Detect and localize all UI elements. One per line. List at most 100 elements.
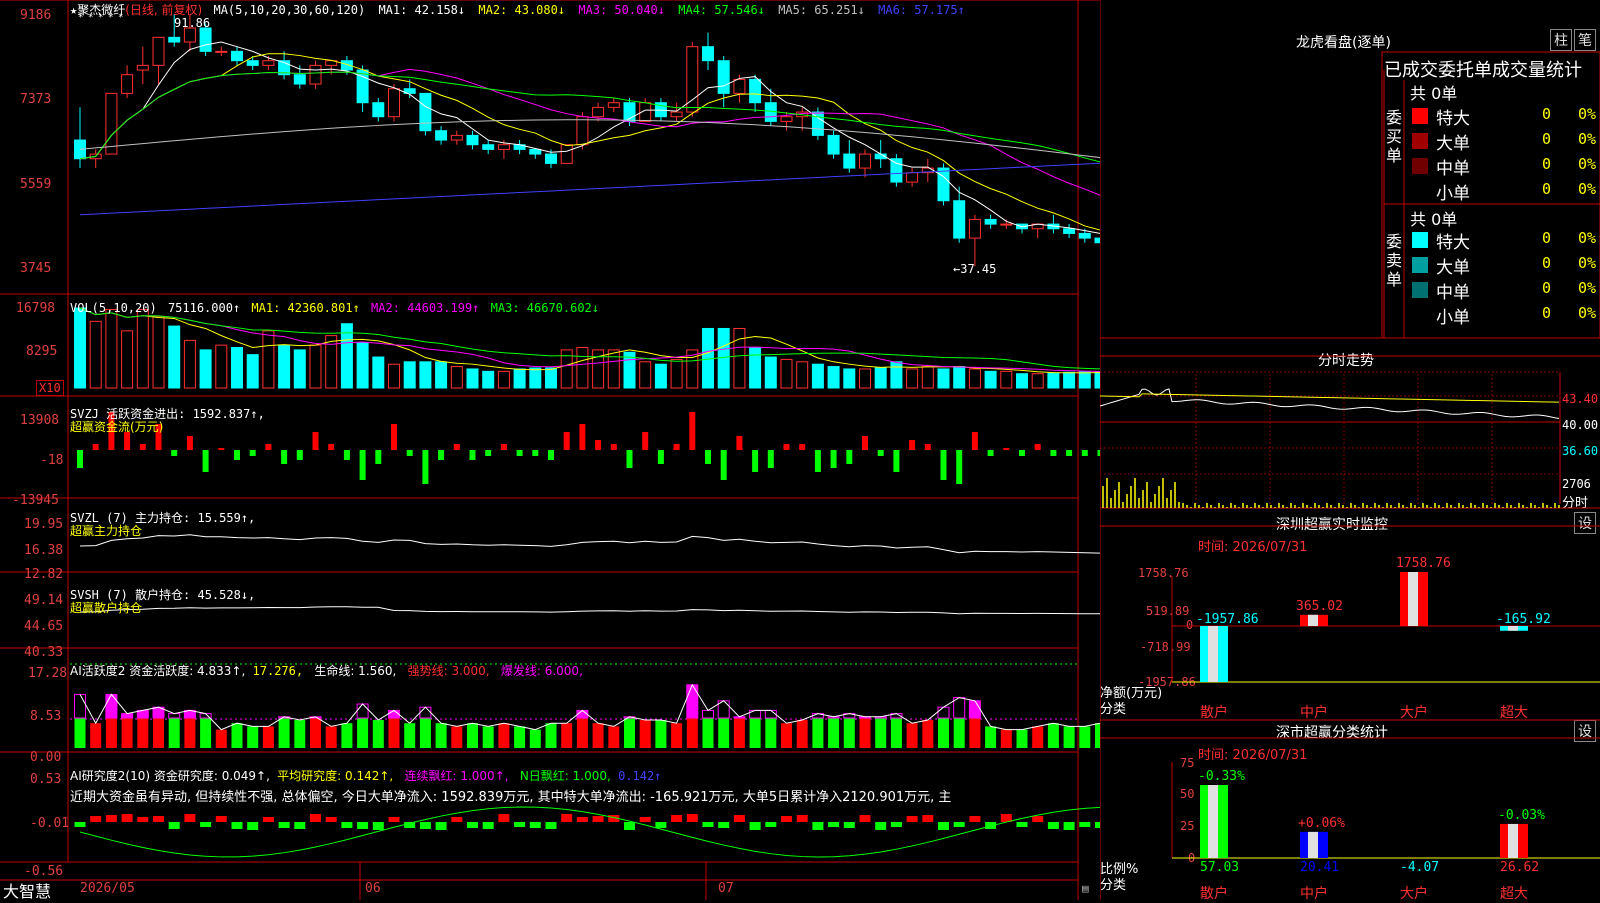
volume-bar (796, 361, 809, 389)
research-bar (168, 822, 180, 829)
volume-bar (121, 330, 134, 389)
ai-active-axis-2: 8.53 (30, 709, 62, 724)
sz-monitor-category: 超大 (1500, 705, 1528, 721)
intraday-vol-bar (1378, 505, 1380, 508)
activity-bar (733, 718, 745, 748)
activity-bar-top (121, 713, 134, 719)
intraday-vol-bar (1110, 498, 1112, 508)
intraday-vol-bar (1362, 503, 1364, 508)
period-label[interactable]: (日线, 前复权) (125, 3, 202, 17)
intraday-vol-bar (1274, 507, 1276, 508)
svzj-subtitle: 超赢资金流(万元) (70, 420, 164, 434)
sz-class-change-label: -0.03% (1498, 807, 1545, 823)
svzj-bar (924, 444, 931, 450)
volume-bar (890, 361, 903, 389)
research-bar (153, 816, 164, 822)
activity-bar (686, 718, 698, 748)
volume-bar (199, 349, 212, 389)
candle-body (717, 60, 730, 94)
activity-bar (749, 718, 761, 748)
activity-bar-top (686, 684, 699, 719)
activity-bar (875, 718, 887, 748)
activity-bar (105, 718, 117, 748)
svzj-bar (720, 450, 727, 480)
activity-bar (545, 723, 557, 748)
volume-bar (1078, 371, 1091, 389)
sz-monitor-category: 散户 (1200, 705, 1228, 721)
svzj-bar (877, 450, 884, 456)
volume-bar (309, 344, 322, 389)
intraday-vol-bar (1186, 505, 1188, 508)
intraday-vol-bar (1242, 503, 1244, 508)
svzj-bar (453, 444, 460, 450)
intraday-vol-bar (1482, 503, 1484, 508)
activity-bar-top (168, 713, 181, 719)
research-bar (498, 814, 510, 822)
research-bar (90, 816, 102, 822)
activity-bar (592, 723, 604, 748)
candle-body (749, 78, 762, 104)
candle-body (105, 92, 118, 155)
activity-bar (765, 718, 777, 748)
sz-class-bar-highlight (1308, 831, 1318, 858)
volume-bar (859, 368, 871, 389)
svzl-axis-1: 19.95 (24, 517, 64, 532)
research-bar (906, 816, 918, 822)
activity-bar (341, 723, 353, 748)
svzl-axis-2: 16.38 (24, 543, 64, 558)
intraday-vol-bar (1398, 503, 1400, 508)
activity-bar (529, 729, 541, 748)
svzj-bar (1034, 444, 1041, 450)
candle-body (388, 88, 400, 118)
research-line (79, 806, 1100, 858)
intraday-vol-bar (1414, 505, 1416, 508)
dragon-table-frame (1381, 51, 1600, 339)
intraday-vol-bar (1498, 505, 1500, 508)
intraday-vol-bar (1374, 503, 1376, 508)
sz-monitor-bar-label: -165.92 (1496, 612, 1551, 627)
svzj-bar (92, 444, 99, 450)
activity-bar (781, 723, 792, 748)
research-bar (325, 817, 337, 822)
svzj-bar (391, 424, 397, 450)
intraday-vol-bar (1530, 503, 1532, 508)
activity-bar (938, 718, 949, 748)
intraday-vol-bar (1354, 505, 1356, 508)
intraday-vol-bar (1190, 507, 1192, 508)
date-label-1: 2026/05 (80, 881, 135, 896)
activity-bar (1047, 723, 1059, 748)
intraday-vol-bar (1434, 503, 1436, 508)
research-bar (765, 822, 777, 827)
svzl-axis-3: 12.82 (24, 567, 64, 582)
intraday-vol-bar (1306, 505, 1308, 508)
ai-research-axis-2: -0.01 (30, 816, 70, 831)
svzj-bar (1050, 450, 1057, 456)
volume-bar (136, 308, 149, 389)
svzj-bar (610, 444, 617, 450)
intraday-vol-bar (1470, 503, 1472, 508)
volume-bar (529, 367, 542, 389)
volume-bar (262, 330, 275, 389)
brand-label[interactable]: 大智慧 (3, 878, 51, 902)
main-chart-area[interactable]: * * * * * (0, 0, 1100, 900)
research-bar (105, 815, 117, 822)
candle-body (1078, 232, 1091, 239)
intraday-vol-bar (1402, 505, 1404, 508)
sz-class-bar-highlight (1208, 785, 1218, 858)
candle-body (560, 144, 573, 164)
svzj-bar (438, 450, 445, 460)
candle-body (607, 102, 620, 108)
candle-body (450, 134, 463, 141)
volume-bar (152, 316, 165, 389)
intraday-vol-bar (1546, 505, 1548, 508)
research-bar (1063, 822, 1075, 830)
svzj-bar (469, 450, 476, 460)
lock-icon[interactable]: ▤ (1082, 882, 1089, 895)
intraday-vol-bar (1542, 503, 1544, 508)
activity-bar-top (764, 709, 777, 719)
activity-bar (702, 718, 714, 748)
stock-name[interactable]: 聚杰微纤 (77, 3, 125, 17)
intraday-vol-bar (1226, 507, 1228, 508)
candle-body (780, 116, 793, 122)
ai-active-v3: 生命线: 1.560, (314, 664, 397, 678)
